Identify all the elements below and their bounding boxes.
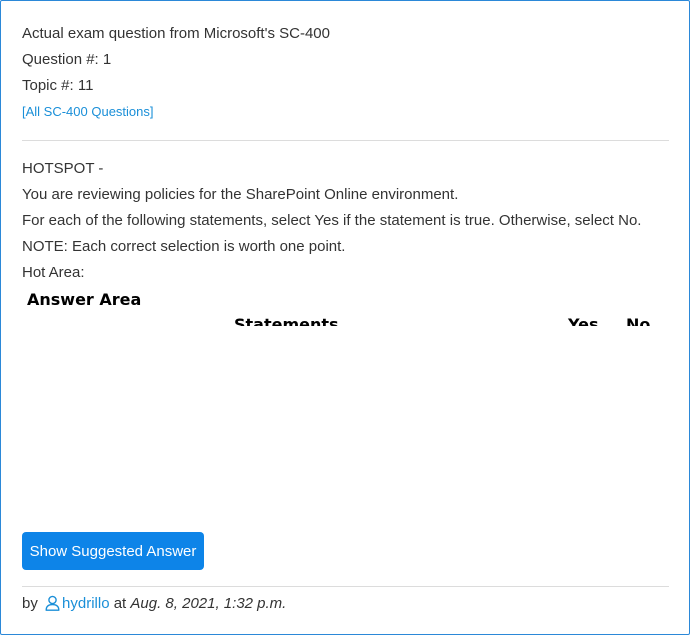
topic-number: Topic #: 11: [22, 77, 94, 94]
all-questions-link[interactable]: [All SC-400 Questions]: [22, 99, 672, 125]
question-scenario: You are reviewing policies for the Share…: [22, 186, 459, 203]
question-body: HOTSPOT - You are reviewing policies for…: [22, 156, 672, 286]
answer-area-title: Answer Area: [27, 290, 142, 309]
question-header: Actual exam question from Microsoft's SC…: [22, 21, 672, 125]
exam-title: Actual exam question from Microsoft's SC…: [22, 25, 330, 42]
question-note: NOTE: Each correct selection is worth on…: [22, 238, 346, 255]
question-card: Actual exam question from Microsoft's SC…: [0, 0, 690, 635]
at-label: at: [113, 595, 127, 612]
show-suggested-answer-button[interactable]: Show Suggested Answer: [22, 532, 204, 570]
answer-area-image: Answer Area Statements Yes No: [22, 286, 669, 328]
by-label: by: [22, 595, 38, 612]
question-number: Question #: 1: [22, 51, 112, 68]
question-type: HOTSPOT -: [22, 160, 104, 177]
post-meta: by hydrillo at Aug. 8, 2021, 1:32 p.m.: [22, 593, 286, 615]
question-instruction: For each of the following statements, se…: [22, 212, 642, 229]
user-icon: [45, 595, 60, 618]
post-date: Aug. 8, 2021, 1:32 p.m.: [130, 595, 287, 612]
footer-divider: [22, 586, 669, 587]
hot-area-label: Hot Area:: [22, 264, 85, 281]
answer-area-clip: [22, 326, 669, 328]
username-link[interactable]: hydrillo: [62, 595, 110, 612]
header-divider: [22, 140, 669, 141]
